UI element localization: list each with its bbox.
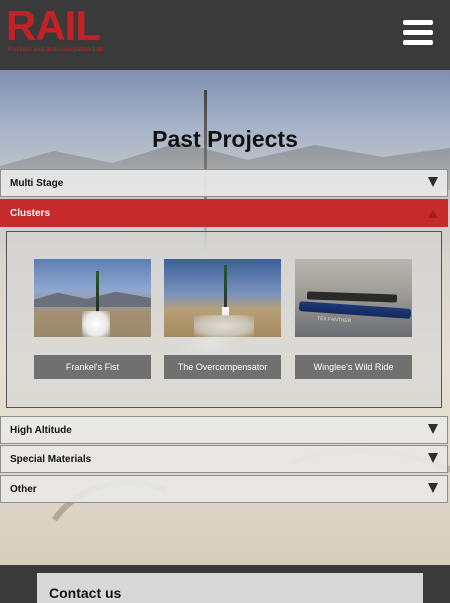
- accordion-label: High Altitude: [10, 425, 72, 436]
- accordion-label: Special Materials: [10, 454, 92, 465]
- accordion-label: Other: [10, 484, 37, 495]
- accordion-label: Multi Stage: [10, 178, 64, 189]
- project-button[interactable]: The Overcompensator: [164, 355, 281, 379]
- chevron-up-icon: [428, 210, 438, 218]
- site-header: RAIL Rockets and Instrumentation Lab: [0, 0, 450, 70]
- site-logo[interactable]: RAIL Rockets and Instrumentation Lab: [6, 4, 116, 60]
- hamburger-menu-icon[interactable]: [403, 18, 433, 48]
- project-button[interactable]: Frankel's Fist: [34, 355, 151, 379]
- accordion-special-materials[interactable]: Special Materials: [0, 445, 448, 473]
- logo-text: RAIL: [6, 2, 101, 49]
- accordion-other[interactable]: Other: [0, 475, 448, 503]
- thumbnail-text: TEX FANTHER: [316, 315, 352, 325]
- contact-section: Contact us: [37, 573, 423, 603]
- project-thumbnail[interactable]: [164, 259, 281, 337]
- accordion-multi-stage[interactable]: Multi Stage: [0, 169, 448, 197]
- accordion-clusters[interactable]: Clusters: [0, 199, 448, 227]
- chevron-down-icon: [428, 453, 438, 463]
- logo-subtitle: Rockets and Instrumentation Lab: [8, 46, 104, 53]
- accordion-high-altitude[interactable]: High Altitude: [0, 416, 448, 444]
- chevron-down-icon: [428, 424, 438, 434]
- chevron-down-icon: [428, 177, 438, 187]
- accordion-label: Clusters: [10, 208, 51, 219]
- page-title: Past Projects: [152, 126, 298, 152]
- project-button[interactable]: Winglee's Wild Ride: [295, 355, 412, 379]
- contact-heading: Contact us: [49, 585, 122, 601]
- clusters-panel: Frankel's Fist The Overcompensator TEX F…: [6, 231, 442, 408]
- project-thumbnail[interactable]: TEX FANTHER: [295, 259, 412, 337]
- project-thumbnail[interactable]: [34, 259, 151, 337]
- chevron-down-icon: [428, 483, 438, 493]
- site-footer: Contact us: [0, 565, 450, 603]
